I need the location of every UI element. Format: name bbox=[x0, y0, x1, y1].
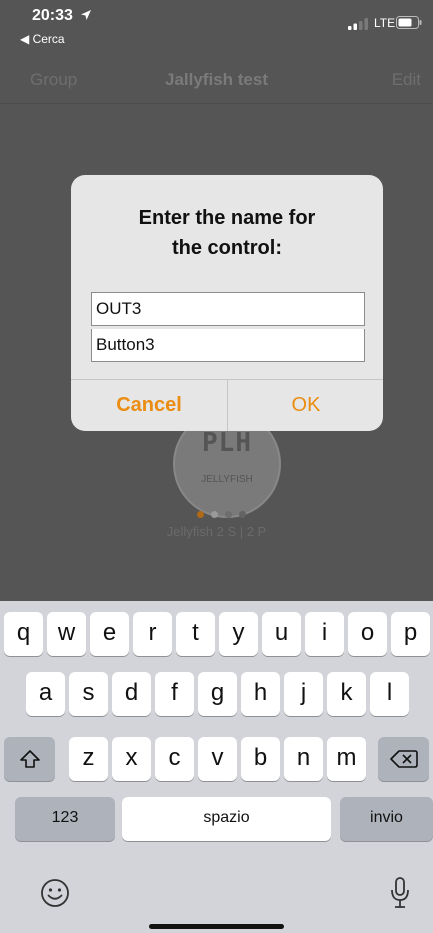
key-w[interactable]: w bbox=[47, 612, 86, 656]
page-dot bbox=[239, 511, 246, 518]
page-dot bbox=[197, 511, 204, 518]
space-key[interactable]: spazio bbox=[122, 797, 331, 841]
page-indicator bbox=[197, 511, 257, 519]
emoji-icon[interactable] bbox=[39, 877, 71, 909]
key-d[interactable]: d bbox=[112, 672, 151, 716]
ok-button[interactable]: OK bbox=[228, 380, 383, 431]
key-q[interactable]: q bbox=[4, 612, 43, 656]
network-type: LTE bbox=[374, 16, 396, 30]
shift-icon bbox=[19, 750, 40, 768]
page-title: Jallyfish test bbox=[165, 70, 268, 89]
key-b[interactable]: b bbox=[241, 737, 280, 781]
key-z[interactable]: z bbox=[69, 737, 108, 781]
key-t[interactable]: t bbox=[176, 612, 215, 656]
key-k[interactable]: k bbox=[327, 672, 366, 716]
signal-strength-icon bbox=[348, 18, 368, 30]
key-o[interactable]: o bbox=[348, 612, 387, 656]
key-x[interactable]: x bbox=[112, 737, 151, 781]
delete-key[interactable] bbox=[378, 737, 429, 781]
battery-icon bbox=[396, 16, 422, 29]
back-to-app-link[interactable]: ◀ Cerca bbox=[20, 32, 65, 46]
microphone-icon[interactable] bbox=[390, 876, 410, 910]
page-dot bbox=[211, 511, 218, 518]
device-brand: JELLYFISH bbox=[201, 474, 253, 485]
alert-title: Enter the name for the control: bbox=[91, 203, 363, 263]
key-m[interactable]: m bbox=[327, 737, 366, 781]
device-logo: PLH bbox=[202, 428, 252, 458]
cancel-button[interactable]: Cancel bbox=[71, 380, 227, 431]
numbers-key[interactable]: 123 bbox=[15, 797, 115, 841]
key-u[interactable]: u bbox=[262, 612, 301, 656]
page-dot bbox=[225, 511, 232, 518]
key-n[interactable]: n bbox=[284, 737, 323, 781]
keyboard: q w e r t y u i o p a s d f g h j k l z … bbox=[0, 601, 433, 933]
location-arrow-icon bbox=[81, 10, 91, 20]
return-key[interactable]: invio bbox=[340, 797, 433, 841]
backspace-icon bbox=[389, 750, 418, 768]
key-v[interactable]: v bbox=[198, 737, 237, 781]
shift-key[interactable] bbox=[4, 737, 55, 781]
control-id-field[interactable] bbox=[91, 292, 365, 326]
key-a[interactable]: a bbox=[26, 672, 65, 716]
key-e[interactable]: e bbox=[90, 612, 129, 656]
key-g[interactable]: g bbox=[198, 672, 237, 716]
key-p[interactable]: p bbox=[391, 612, 430, 656]
key-c[interactable]: c bbox=[155, 737, 194, 781]
edit-button[interactable]: Edit bbox=[392, 70, 421, 90]
key-y[interactable]: y bbox=[219, 612, 258, 656]
alert-title-line1: Enter the name for bbox=[138, 207, 316, 229]
key-r[interactable]: r bbox=[133, 612, 172, 656]
key-f[interactable]: f bbox=[155, 672, 194, 716]
navigation-bar: Group Jallyfish test Edit bbox=[0, 60, 433, 104]
device-caption: Jellyfish 2 S | 2 P bbox=[166, 524, 267, 539]
key-i[interactable]: i bbox=[305, 612, 344, 656]
status-time: 20:33 bbox=[32, 7, 73, 24]
key-h[interactable]: h bbox=[241, 672, 280, 716]
name-control-alert: Enter the name for the control: Cancel O… bbox=[71, 175, 383, 431]
home-indicator bbox=[149, 924, 284, 929]
status-bar: 20:33 ◀ Cerca LTE bbox=[0, 0, 433, 60]
control-name-field[interactable] bbox=[91, 329, 365, 362]
key-j[interactable]: j bbox=[284, 672, 323, 716]
key-s[interactable]: s bbox=[69, 672, 108, 716]
alert-title-line2: the control: bbox=[172, 237, 282, 259]
key-l[interactable]: l bbox=[370, 672, 409, 716]
